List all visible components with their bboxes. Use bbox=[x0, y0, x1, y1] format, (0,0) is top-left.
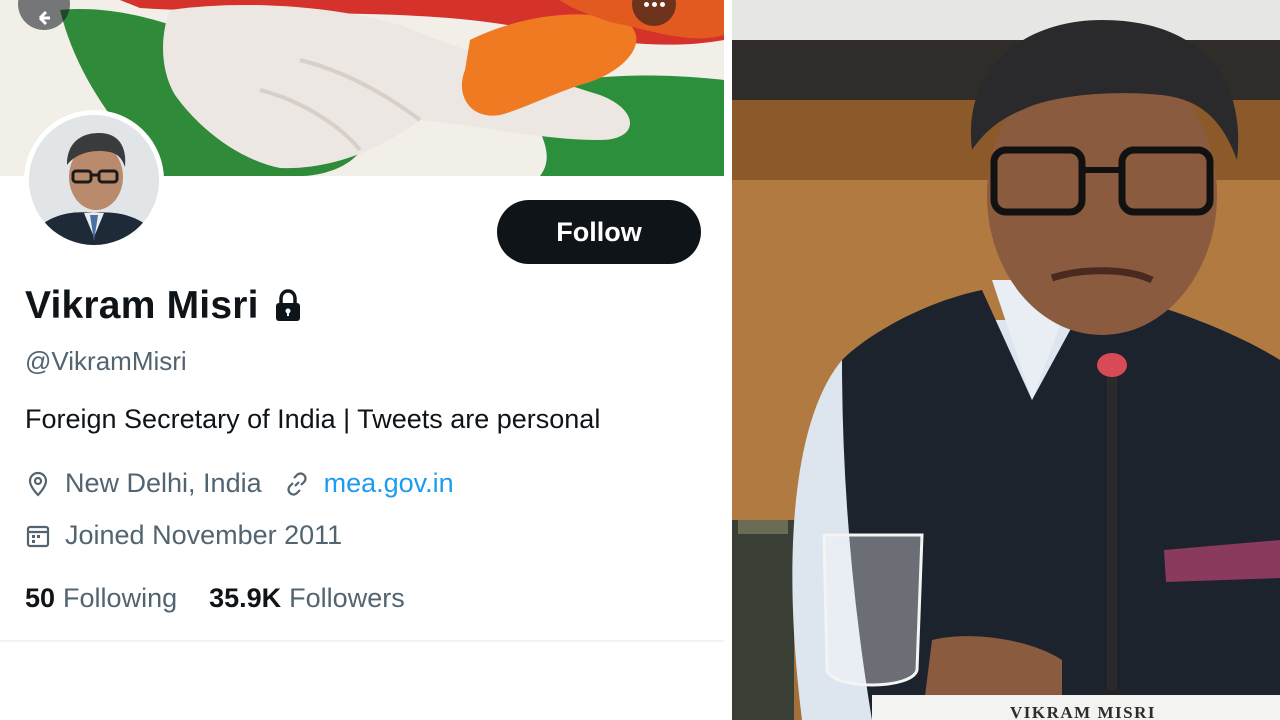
link-icon bbox=[286, 471, 307, 496]
profile-panel: Follow Vikram Misri @VikramMisri Foreign… bbox=[0, 0, 724, 720]
user-handle: @VikramMisri bbox=[25, 346, 187, 376]
profile-meta-row: New Delhi, India mea.gov.in bbox=[25, 468, 476, 499]
following-label[interactable]: Following bbox=[63, 583, 177, 614]
back-button[interactable] bbox=[18, 0, 70, 30]
following-count[interactable]: 50 bbox=[25, 583, 55, 614]
location-text: New Delhi, India bbox=[65, 468, 262, 498]
press-photo: VIKRAM MISRI bbox=[732, 0, 1280, 720]
more-dots-icon bbox=[644, 2, 649, 7]
lock-icon bbox=[275, 289, 300, 321]
avatar-image bbox=[29, 115, 159, 245]
name-row: Vikram Misri bbox=[25, 284, 303, 328]
follow-button[interactable]: Follow bbox=[497, 200, 701, 264]
followers-count[interactable]: 35.9K bbox=[209, 583, 281, 614]
nameplate-text: VIKRAM MISRI bbox=[1010, 703, 1156, 720]
follow-stats: 50 Following 35.9K Followers bbox=[25, 583, 437, 614]
calendar-icon bbox=[26, 525, 50, 547]
joined-row: Joined November 2011 bbox=[25, 520, 364, 551]
divider bbox=[0, 640, 724, 642]
avatar[interactable] bbox=[24, 110, 164, 250]
profile-bio: Foreign Secretary of India | Tweets are … bbox=[25, 404, 601, 434]
arrow-left-icon bbox=[38, 10, 50, 26]
joined-date: Joined November 2011 bbox=[65, 520, 343, 550]
press-photo-image bbox=[732, 0, 1280, 720]
display-name: Vikram Misri bbox=[25, 284, 259, 327]
followers-label[interactable]: Followers bbox=[289, 583, 405, 614]
location-pin-icon bbox=[28, 471, 48, 497]
website-link[interactable]: mea.gov.in bbox=[324, 468, 454, 499]
